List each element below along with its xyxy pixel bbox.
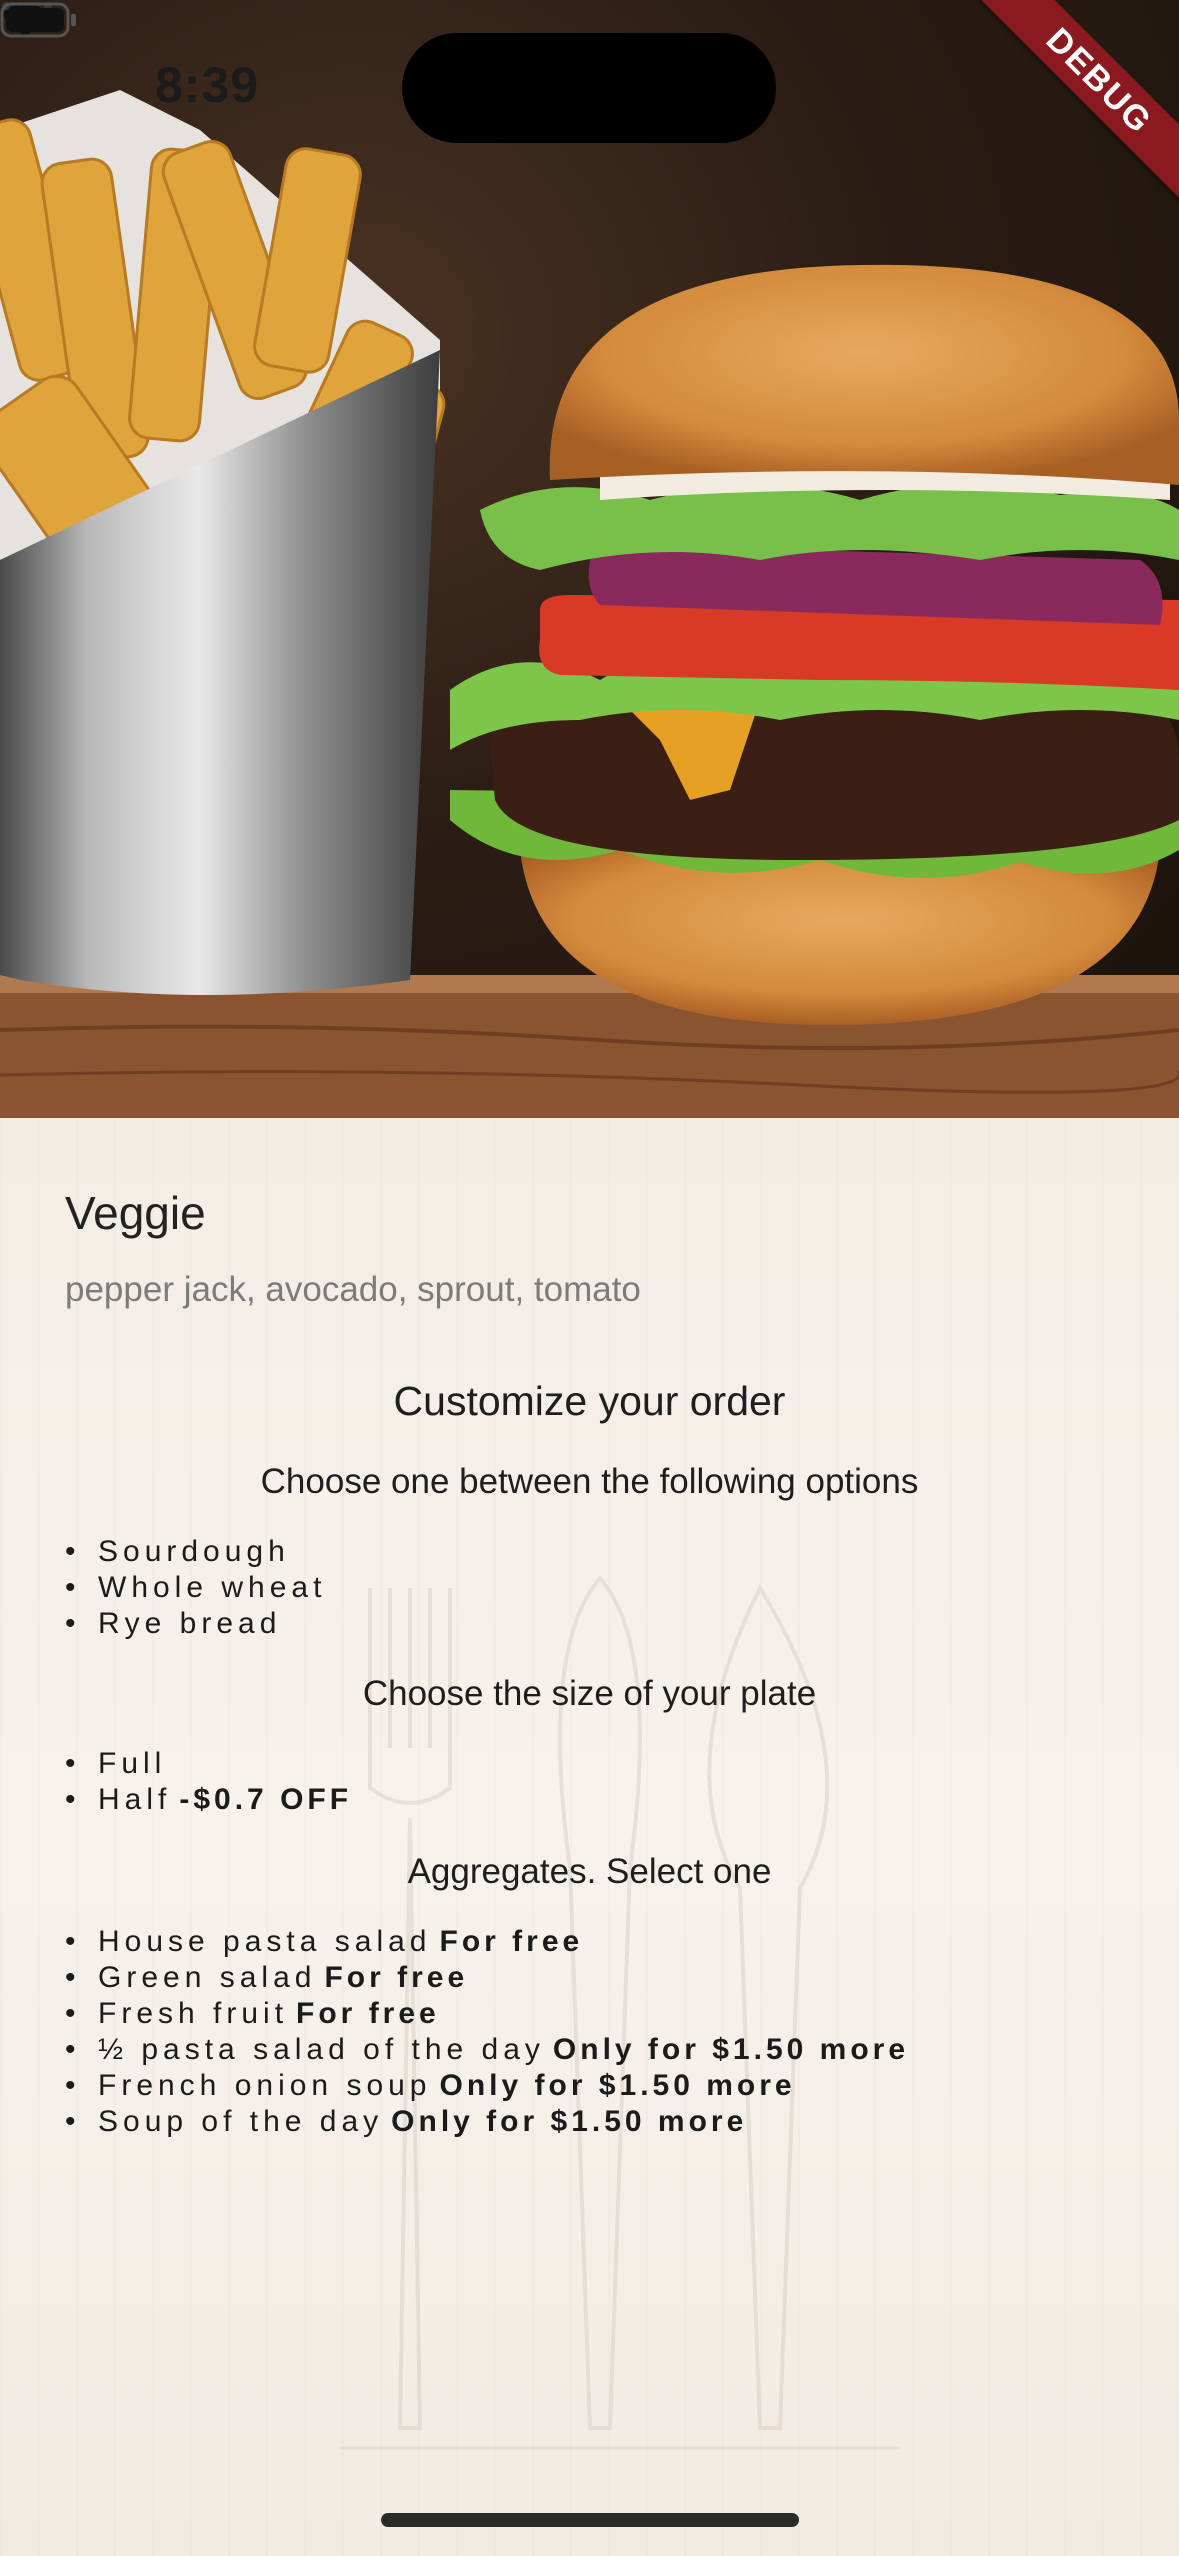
status-time: 8:39 (155, 57, 260, 113)
size-option-discount: -$0.7 OFF (179, 1783, 353, 1816)
hero-image: 8:39 DEBUG (0, 0, 1179, 1118)
aggregate-option[interactable]: • French onion soup Only for $1.50 more (65, 2068, 909, 2104)
dynamic-island (402, 33, 776, 143)
aggregate-price: Only for $1.50 more (391, 2105, 748, 2138)
battery-icon (0, 2, 76, 38)
customize-title: Customize your order (393, 1378, 786, 1424)
aggregate-option[interactable]: • Soup of the day Only for $1.50 more (65, 2104, 909, 2140)
aggregate-price: For free (439, 1925, 584, 1958)
size-prompt: Choose the size of your plate (362, 1674, 817, 1713)
aggregate-option[interactable]: • Green salad For free (65, 1960, 909, 1996)
item-detail-panel: Veggie pepper jack, avocado, sprout, tom… (0, 1118, 1179, 2556)
aggregate-price: For free (296, 1997, 440, 2030)
bread-option[interactable]: • Whole wheat (65, 1570, 326, 1606)
item-ingredients: pepper jack, avocado, sprout, tomato (65, 1270, 641, 1309)
bread-options-list: • Sourdough • Whole wheat • Rye bread (65, 1534, 326, 1642)
size-options-list: • Full • Half -$0.7 OFF (65, 1746, 352, 1818)
size-option[interactable]: • Full (65, 1746, 352, 1782)
bread-option[interactable]: • Rye bread (65, 1606, 326, 1642)
bread-option[interactable]: • Sourdough (65, 1534, 326, 1570)
aggregate-price: Only for $1.50 more (552, 2033, 910, 2066)
aggregate-option[interactable]: • Fresh fruit For free (65, 1996, 909, 2032)
utensils-watermark-icon (340, 1574, 900, 2450)
bread-prompt: Choose one between the following options (260, 1462, 919, 1501)
home-indicator[interactable] (381, 2513, 799, 2527)
aggregate-option[interactable]: • House pasta salad For free (65, 1924, 909, 1960)
aggregate-option[interactable]: • ½ pasta salad of the day Only for $1.50 … (65, 2032, 909, 2068)
aggregate-price: For free (324, 1961, 469, 1994)
aggregates-options-list: • House pasta salad For free • Green salad F… (65, 1924, 909, 2140)
item-name: Veggie (65, 1187, 206, 1239)
burger-and-fries-photo (0, 90, 1179, 1118)
size-option[interactable]: • Half -$0.7 OFF (65, 1782, 352, 1818)
aggregate-price: Only for $1.50 more (439, 2069, 796, 2102)
aggregates-prompt: Aggregates. Select one (407, 1852, 772, 1891)
